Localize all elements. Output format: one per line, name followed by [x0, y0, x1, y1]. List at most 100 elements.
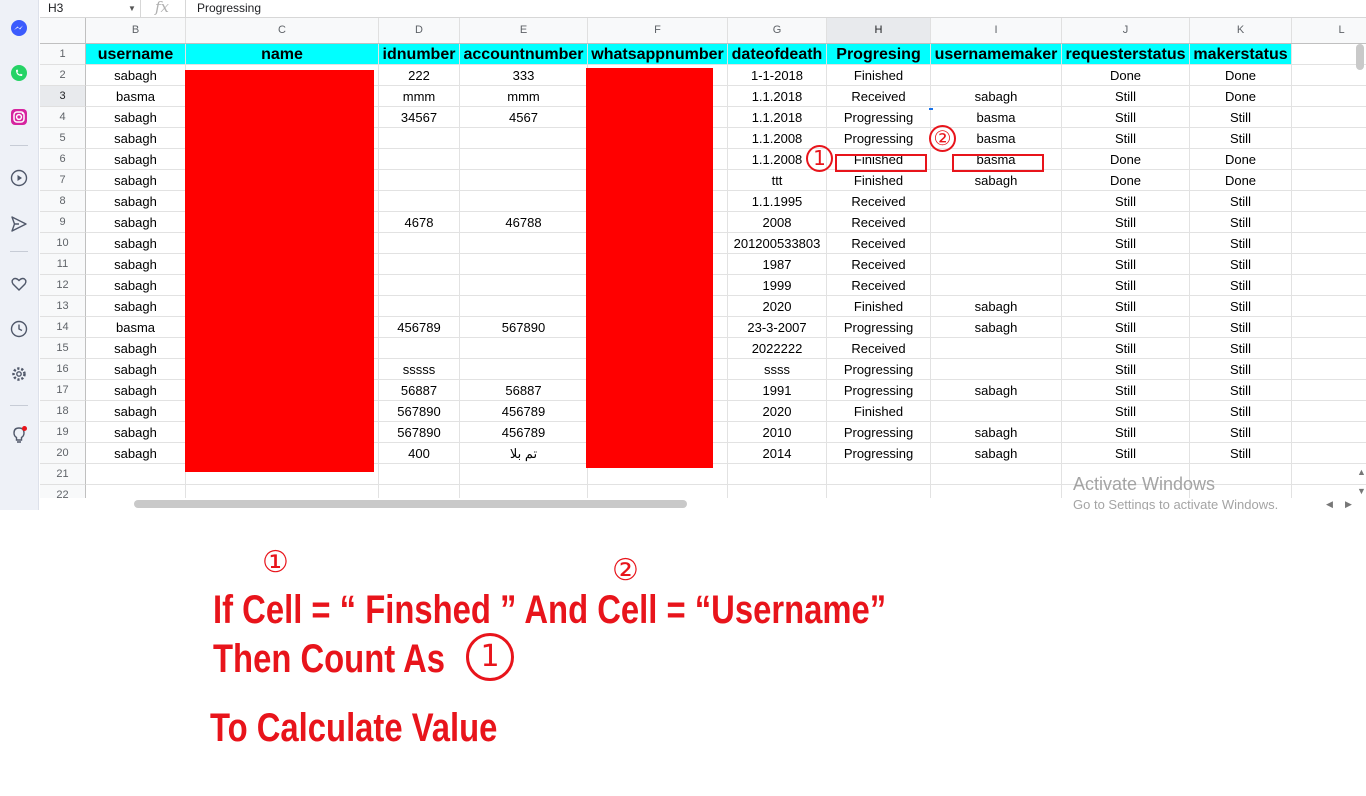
cell[interactable]: Still	[1062, 296, 1190, 317]
cell[interactable]: sabagh	[86, 128, 186, 149]
cell[interactable]	[1292, 275, 1366, 296]
header-cell[interactable]: makerstatus	[1190, 44, 1292, 65]
row-header[interactable]: 9	[40, 212, 86, 233]
cell[interactable]: Still	[1062, 107, 1190, 128]
cell[interactable]: 1987	[728, 254, 827, 275]
cell[interactable]: 2008	[728, 212, 827, 233]
cell[interactable]: sabagh	[86, 401, 186, 422]
row-header[interactable]: 18	[40, 401, 86, 422]
cell[interactable]: sabagh	[86, 275, 186, 296]
cell[interactable]: sabagh	[931, 443, 1062, 464]
cell[interactable]: mmm	[379, 86, 460, 107]
cell[interactable]: Still	[1190, 128, 1292, 149]
cell[interactable]	[931, 191, 1062, 212]
cell[interactable]	[931, 212, 1062, 233]
cell[interactable]: Still	[1062, 443, 1190, 464]
cell[interactable]: Progressing	[827, 380, 931, 401]
row-header[interactable]: 19	[40, 422, 86, 443]
cell[interactable]: Still	[1190, 359, 1292, 380]
cell[interactable]	[1292, 443, 1366, 464]
header-cell[interactable]: whatsappnumber	[588, 44, 728, 65]
cell[interactable]	[460, 233, 588, 254]
cell[interactable]	[1292, 212, 1366, 233]
cell[interactable]: Still	[1190, 296, 1292, 317]
cell[interactable]	[460, 128, 588, 149]
cell[interactable]: Finished	[827, 170, 931, 191]
cell[interactable]	[379, 149, 460, 170]
scroll-down-arrow-icon[interactable]: ▼	[1357, 486, 1366, 496]
cell[interactable]: 1.1.1995	[728, 191, 827, 212]
cell[interactable]	[931, 359, 1062, 380]
cell[interactable]: تم بلا	[460, 443, 588, 464]
cell[interactable]: sabagh	[86, 422, 186, 443]
column-header-d[interactable]: D	[379, 18, 460, 43]
header-cell[interactable]: requesterstatus	[1062, 44, 1190, 65]
cell[interactable]	[379, 296, 460, 317]
cell[interactable]	[1292, 233, 1366, 254]
header-cell[interactable]: username	[86, 44, 186, 65]
cell[interactable]: mmm	[460, 86, 588, 107]
cell[interactable]: Progressing	[827, 359, 931, 380]
cell[interactable]: sssss	[379, 359, 460, 380]
select-all-corner[interactable]	[40, 18, 86, 43]
cell[interactable]: Still	[1190, 401, 1292, 422]
formula-input[interactable]: Progressing	[197, 1, 261, 16]
column-header-b[interactable]: B	[86, 18, 186, 43]
cell[interactable]	[379, 233, 460, 254]
cell[interactable]: Finished	[827, 296, 931, 317]
cell[interactable]: 46788	[460, 212, 588, 233]
row-header[interactable]: 22	[40, 485, 86, 498]
header-cell[interactable]: Progresing	[827, 44, 931, 65]
cell[interactable]: 456789	[460, 422, 588, 443]
horizontal-scrollbar[interactable]	[134, 500, 687, 508]
cell[interactable]: sabagh	[86, 254, 186, 275]
cell[interactable]	[931, 485, 1062, 498]
row-header[interactable]: 5	[40, 128, 86, 149]
row-header[interactable]: 3	[40, 86, 86, 107]
cell[interactable]	[460, 338, 588, 359]
cell[interactable]	[728, 464, 827, 485]
cell[interactable]: 1.1.2018	[728, 107, 827, 128]
cell[interactable]: sabagh	[86, 212, 186, 233]
header-cell[interactable]: name	[186, 44, 379, 65]
cell[interactable]: Received	[827, 254, 931, 275]
cell[interactable]: 1991	[728, 380, 827, 401]
cell[interactable]	[1292, 191, 1366, 212]
cell[interactable]	[460, 149, 588, 170]
cell[interactable]: 2014	[728, 443, 827, 464]
cell[interactable]: Received	[827, 86, 931, 107]
cell[interactable]: Still	[1062, 86, 1190, 107]
cell[interactable]: Done	[1062, 149, 1190, 170]
cell[interactable]: Still	[1190, 107, 1292, 128]
cell[interactable]: basma	[86, 317, 186, 338]
cell[interactable]: Done	[1062, 170, 1190, 191]
cell[interactable]	[1292, 422, 1366, 443]
column-header-l[interactable]: L	[1292, 18, 1366, 43]
cell[interactable]: 2020	[728, 401, 827, 422]
row-header[interactable]: 2	[40, 65, 86, 86]
cell[interactable]: Progressing	[827, 107, 931, 128]
cell[interactable]: 222	[379, 65, 460, 86]
header-cell[interactable]: accountnumber	[460, 44, 588, 65]
row-header[interactable]: 20	[40, 443, 86, 464]
cell[interactable]: sabagh	[86, 170, 186, 191]
cell[interactable]	[1292, 170, 1366, 191]
cell[interactable]: Received	[827, 338, 931, 359]
scroll-left-arrow-icon[interactable]: ◀	[1326, 499, 1333, 510]
cell[interactable]	[379, 191, 460, 212]
cell[interactable]: Still	[1062, 212, 1190, 233]
cell[interactable]: sabagh	[86, 149, 186, 170]
instagram-icon[interactable]	[9, 107, 29, 127]
column-header-j[interactable]: J	[1062, 18, 1190, 43]
name-box-dropdown-icon[interactable]: ▼	[128, 1, 136, 16]
cell[interactable]: 567890	[379, 422, 460, 443]
cell[interactable]: 456789	[460, 401, 588, 422]
row-header[interactable]: 12	[40, 275, 86, 296]
cell[interactable]: 400	[379, 443, 460, 464]
cell[interactable]: sabagh	[931, 317, 1062, 338]
cell[interactable]: 456789	[379, 317, 460, 338]
row-header[interactable]: 7	[40, 170, 86, 191]
cell[interactable]: Still	[1190, 233, 1292, 254]
cell[interactable]: sabagh	[86, 443, 186, 464]
cell[interactable]	[931, 65, 1062, 86]
